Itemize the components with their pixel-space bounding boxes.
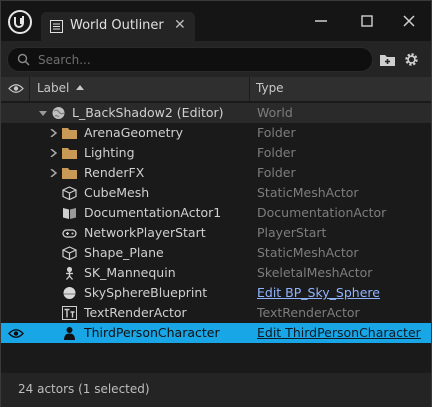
row-label: L_BackShadow2 (Editor) [72, 105, 224, 120]
outliner-toolbar [1, 41, 431, 77]
text-render-icon [62, 306, 77, 320]
collapse-arrow-icon[interactable] [39, 109, 47, 117]
row-type: DocumentationActor [257, 205, 387, 220]
type-column-header[interactable]: Type [256, 81, 284, 95]
row-type: StaticMeshActor [257, 185, 359, 200]
minimize-button[interactable] [311, 11, 331, 31]
search-icon [17, 53, 30, 66]
edit-blueprint-link[interactable]: Edit ThirdPersonCharacter [257, 325, 421, 340]
row-label: DocumentationActor1 [84, 205, 222, 220]
row-label: ArenaGeometry [84, 125, 184, 140]
documentation-icon [63, 208, 76, 219]
world-icon [52, 107, 65, 119]
row-type: World [257, 105, 293, 120]
row-label: NetworkPlayerStart [84, 225, 206, 240]
tree-row-actor[interactable]: NetworkPlayerStart PlayerStart [1, 223, 431, 243]
tree-row-actor-selected[interactable]: ThirdPersonCharacter Edit ThirdPersonCha… [1, 323, 431, 343]
expand-arrow-icon[interactable] [49, 149, 57, 157]
tab-world-outliner[interactable]: World Outliner ✕ [41, 12, 195, 41]
column-header: Label Type [1, 77, 431, 102]
skeletal-mesh-icon [66, 266, 73, 280]
expand-arrow-icon[interactable] [49, 129, 57, 137]
outliner-tab-icon [50, 20, 63, 33]
tree-row-actor[interactable]: TextRenderActor TextRenderActor [1, 303, 431, 323]
row-label: RenderFX [84, 165, 145, 180]
static-mesh-icon [62, 246, 77, 260]
add-folder-icon[interactable] [379, 51, 396, 68]
tree-row-actor[interactable]: SkySphereBlueprint Edit BP_Sky_Sphere [1, 283, 431, 303]
folder-icon [62, 168, 77, 179]
column-divider[interactable] [29, 77, 30, 101]
unreal-logo-icon [8, 10, 32, 34]
close-window-button[interactable] [399, 11, 419, 31]
row-type: SkeletalMeshActor [257, 265, 373, 280]
outliner-tree: L_BackShadow2 (Editor) World ArenaGeomet… [1, 102, 431, 372]
row-type: TextRenderActor [257, 305, 360, 320]
column-divider[interactable] [249, 77, 250, 101]
row-type: Folder [257, 125, 296, 140]
title-bar[interactable]: World Outliner ✕ [1, 1, 431, 41]
search-input[interactable] [36, 50, 360, 70]
visibility-column-eye-icon[interactable] [8, 83, 24, 94]
row-label: Shape_Plane [84, 245, 164, 260]
close-tab-icon[interactable]: ✕ [174, 17, 186, 33]
sort-ascending-icon [76, 85, 84, 90]
world-outliner-window: World Outliner ✕ Search... Label Type L_… [0, 0, 432, 407]
settings-gear-icon[interactable] [403, 51, 420, 68]
row-label: CubeMesh [84, 185, 150, 200]
expand-arrow-icon[interactable] [49, 169, 57, 177]
row-label: TextRenderActor [84, 305, 187, 320]
row-label: ThirdPersonCharacter [84, 325, 220, 340]
row-label: SkySphereBlueprint [84, 285, 208, 300]
visibility-eye-icon[interactable] [8, 328, 24, 339]
folder-icon [62, 148, 77, 159]
status-bar: 24 actors (1 selected) [1, 372, 431, 407]
static-mesh-icon [62, 186, 77, 200]
actor-count-status: 24 actors (1 selected) [18, 382, 150, 396]
tree-row-actor[interactable]: Shape_Plane StaticMeshActor [1, 243, 431, 263]
sky-sphere-icon [63, 287, 76, 299]
row-type: StaticMeshActor [257, 245, 359, 260]
tab-title: World Outliner [70, 18, 164, 33]
row-label: SK_Mannequin [84, 265, 176, 280]
tree-row-folder[interactable]: RenderFX Folder [1, 163, 431, 183]
tree-row-folder[interactable]: ArenaGeometry Folder [1, 123, 431, 143]
tree-row-actor[interactable]: CubeMesh StaticMeshActor [1, 183, 431, 203]
character-icon [64, 327, 75, 340]
tree-row-folder[interactable]: Lighting Folder [1, 143, 431, 163]
row-label: Lighting [84, 145, 135, 160]
row-type: Folder [257, 165, 296, 180]
player-start-icon [62, 229, 77, 238]
row-type: Folder [257, 145, 296, 160]
tree-row-actor[interactable]: SK_Mannequin SkeletalMeshActor [1, 263, 431, 283]
edit-blueprint-link[interactable]: Edit BP_Sky_Sphere [257, 285, 380, 300]
label-column-header[interactable]: Label [37, 81, 69, 95]
folder-icon [62, 128, 77, 139]
search-box[interactable] [7, 47, 373, 72]
tree-row-world[interactable]: L_BackShadow2 (Editor) World [1, 103, 431, 123]
maximize-button[interactable] [357, 11, 377, 31]
tree-row-actor[interactable]: DocumentationActor1 DocumentationActor [1, 203, 431, 223]
row-type: PlayerStart [257, 225, 327, 240]
